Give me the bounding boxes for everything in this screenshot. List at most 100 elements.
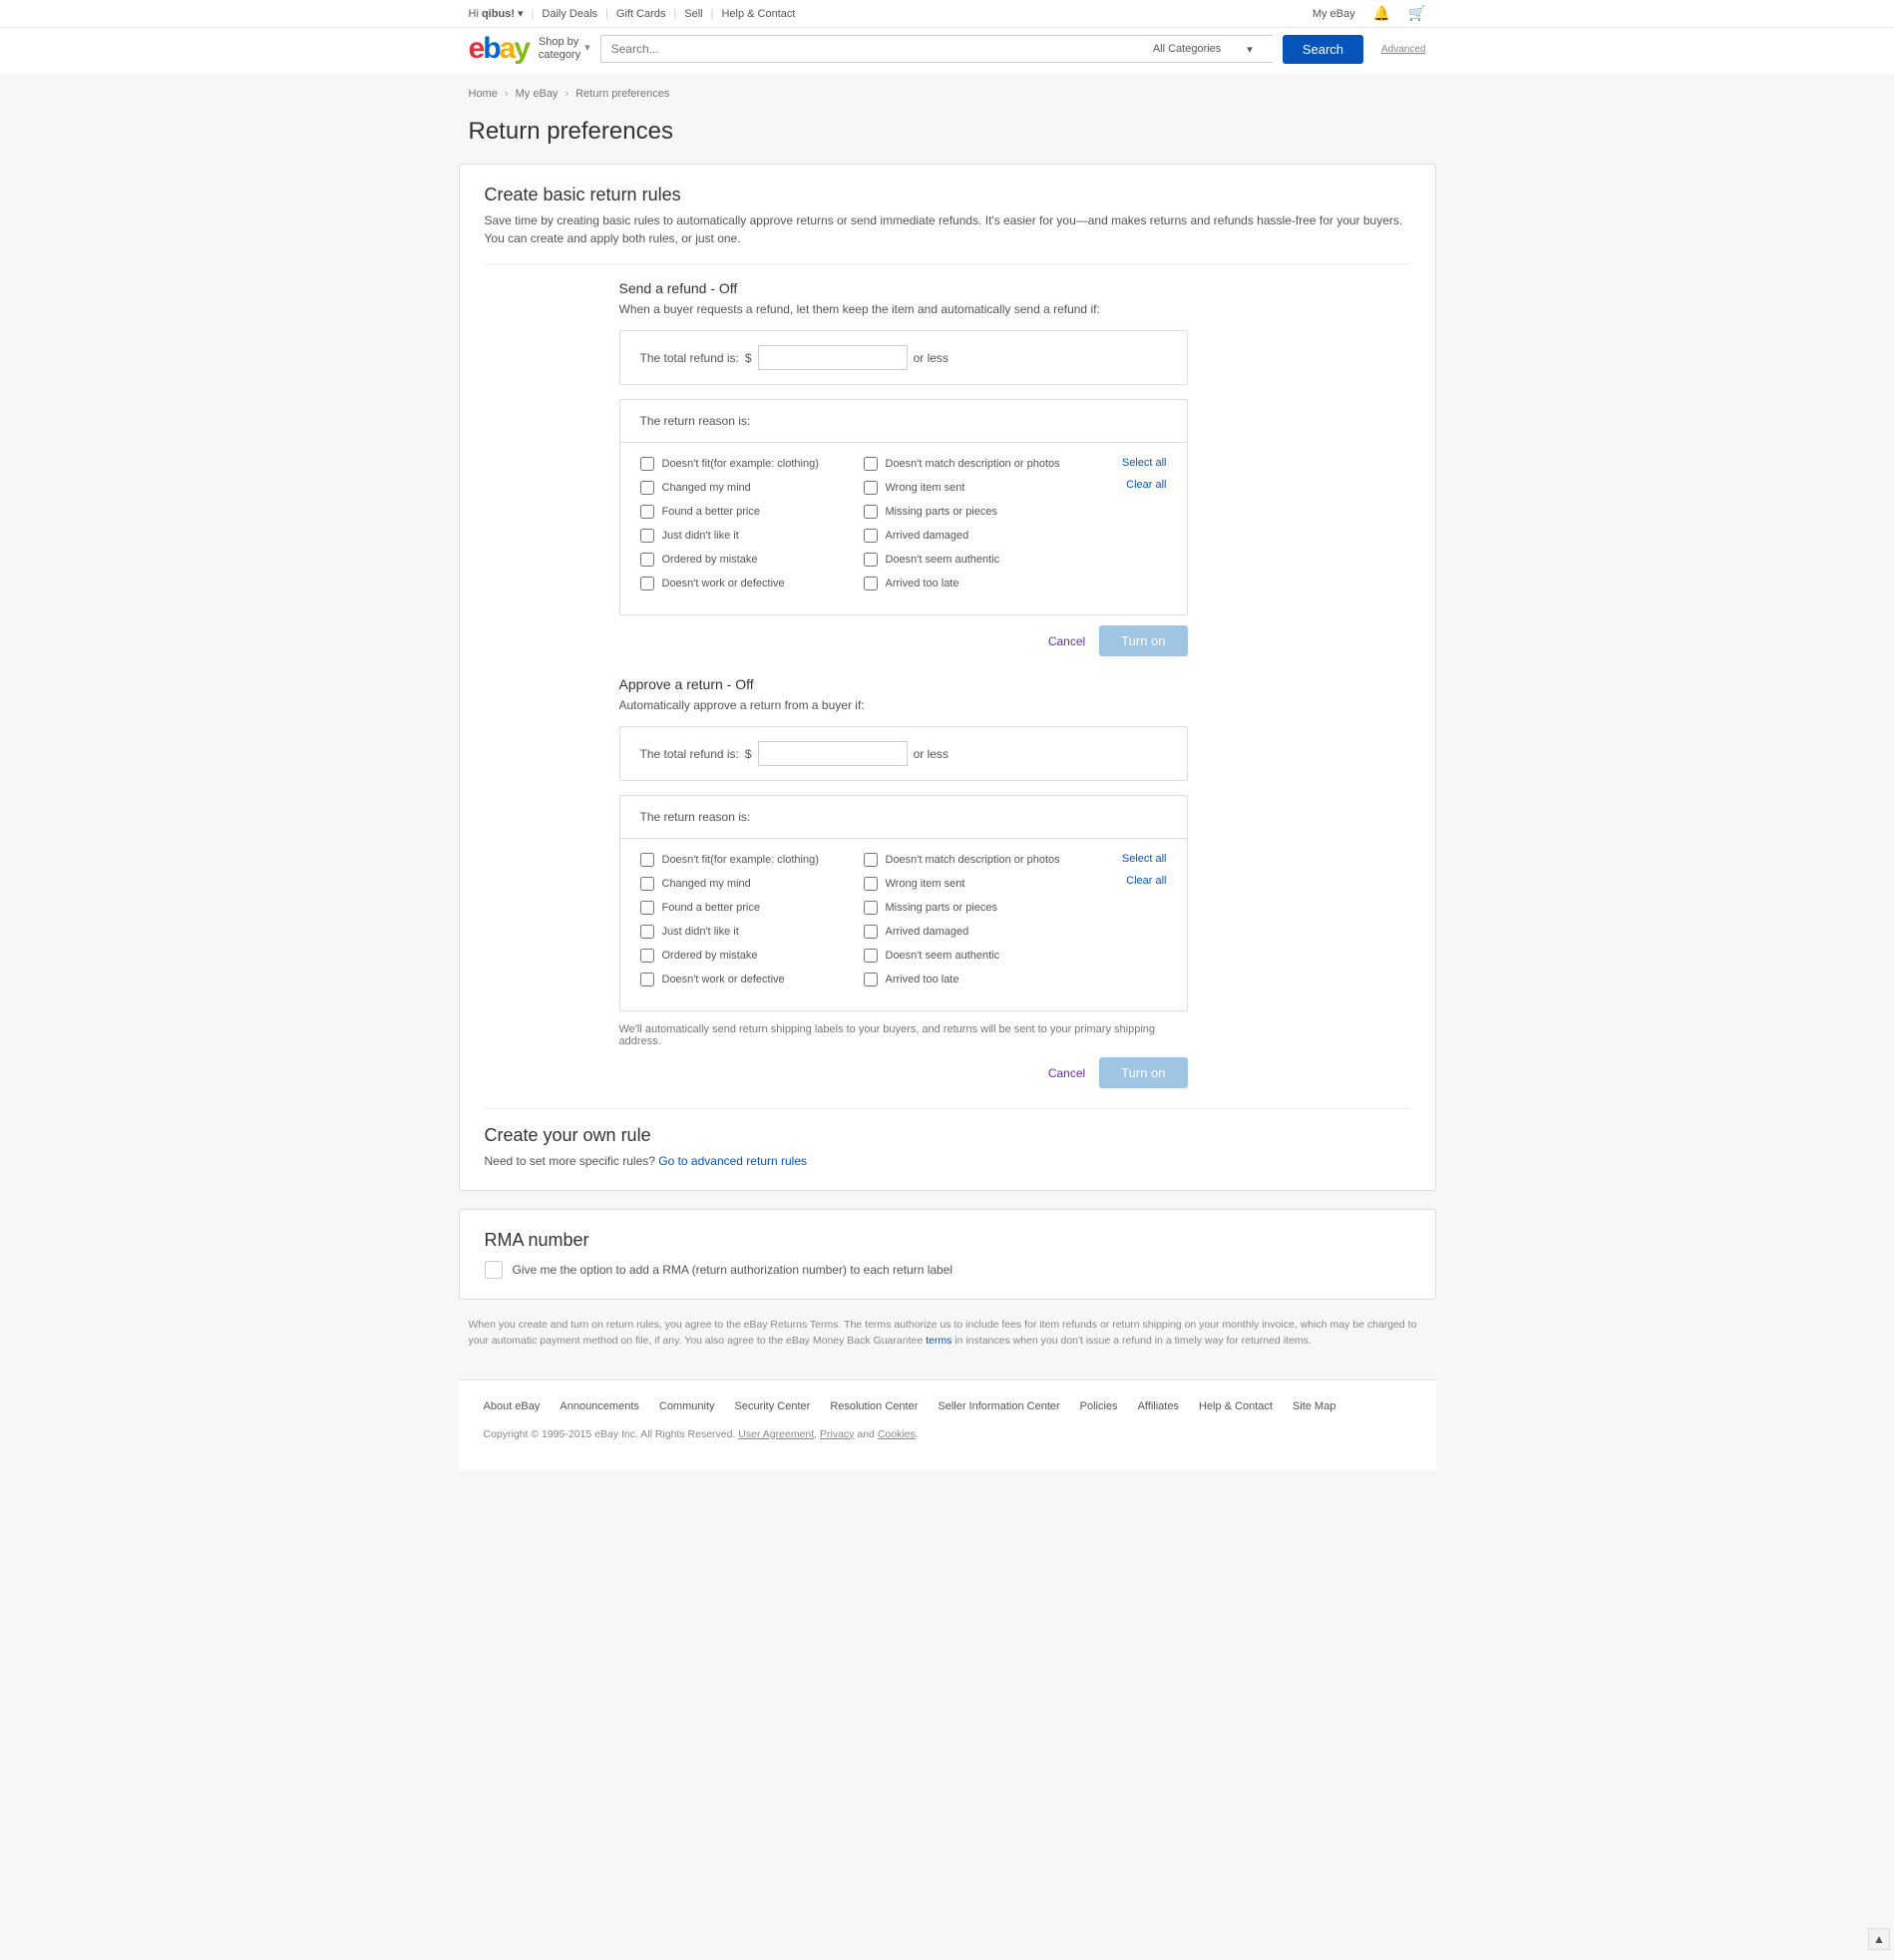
category-select[interactable]: All Categories▾: [1143, 35, 1273, 63]
breadcrumb-home[interactable]: Home: [469, 88, 498, 100]
approve-amount-input[interactable]: [758, 741, 908, 766]
approve-reason-checkbox[interactable]: [864, 925, 878, 939]
refund-reason-checkbox[interactable]: [640, 481, 654, 495]
footer-link[interactable]: Seller Information Center: [938, 1400, 1059, 1412]
refund-reason-item: Doesn't fit(for example: clothing): [640, 457, 844, 471]
refund-cancel-button[interactable]: Cancel: [1048, 634, 1085, 648]
approve-reason-item: Changed my mind: [640, 877, 844, 891]
footer-link[interactable]: Policies: [1080, 1400, 1118, 1412]
my-ebay-link[interactable]: My eBay: [1313, 8, 1355, 20]
refund-reason-label: Doesn't work or defective: [662, 578, 785, 589]
footer-link[interactable]: Help & Contact: [1199, 1400, 1273, 1412]
refund-reason-label: Changed my mind: [662, 482, 751, 494]
breadcrumb-myebay[interactable]: My eBay: [516, 88, 559, 100]
footer-link[interactable]: Site Map: [1293, 1400, 1335, 1412]
advanced-search-link[interactable]: Advanced: [1381, 44, 1425, 55]
privacy-link[interactable]: Privacy: [820, 1428, 854, 1440]
footer-link[interactable]: Affiliates: [1138, 1400, 1179, 1412]
user-agreement-link[interactable]: User Agreement: [738, 1428, 814, 1440]
approve-select-all[interactable]: Select all: [1087, 853, 1167, 865]
send-refund-title: Send a refund - Off: [619, 280, 1410, 296]
footer: About eBay Announcements Community Security…: [459, 1379, 1436, 1470]
ebay-logo[interactable]: ebay: [469, 32, 529, 66]
approve-reason-label: Wrong item sent: [886, 878, 965, 890]
refund-reason-checkbox[interactable]: [864, 481, 878, 495]
approve-reason-label: Found a better price: [662, 902, 760, 914]
approve-reason-body: Doesn't fit(for example: clothing)Change…: [619, 838, 1188, 1011]
approve-reason-checkbox[interactable]: [864, 973, 878, 986]
terms-link[interactable]: terms: [926, 1335, 951, 1347]
breadcrumb: Home › My eBay › Return preferences: [459, 88, 1436, 100]
top-bar: Hi qibus! ▾ | Daily Deals | Gift Cards |…: [0, 0, 1894, 28]
send-refund-section: Send a refund - Off When a buyer request…: [619, 280, 1410, 656]
refund-reason-body: Doesn't fit(for example: clothing) Change…: [619, 442, 1188, 615]
footer-link[interactable]: About eBay: [484, 1400, 541, 1412]
approve-reason-checkbox[interactable]: [640, 877, 654, 891]
footer-link[interactable]: Community: [659, 1400, 715, 1412]
gift-cards-link[interactable]: Gift Cards: [616, 8, 666, 20]
advanced-rules-link[interactable]: Go to advanced return rules: [658, 1154, 807, 1168]
cart-icon[interactable]: 🛒: [1408, 5, 1425, 22]
sell-link[interactable]: Sell: [684, 8, 702, 20]
own-rule-section: Create your own rule Need to set more sp…: [485, 1125, 1410, 1170]
approve-reason-item: Doesn't match description or photos: [864, 853, 1067, 867]
approve-reason-checkbox[interactable]: [640, 853, 654, 867]
refund-reason-checkbox[interactable]: [640, 457, 654, 471]
approve-clear-all[interactable]: Clear all: [1087, 875, 1167, 887]
approve-reason-checkbox[interactable]: [864, 949, 878, 963]
refund-reason-label: Doesn't fit(for example: clothing): [662, 458, 819, 470]
refund-reason-checkbox[interactable]: [864, 553, 878, 567]
greeting: Hi qibus! ▾: [469, 7, 524, 20]
refund-reason-label: Doesn't match description or photos: [886, 458, 1060, 470]
currency-symbol: $: [745, 351, 752, 365]
approve-reason-checkbox[interactable]: [640, 949, 654, 963]
rma-title: RMA number: [485, 1230, 1410, 1251]
approve-note: We'll automatically send return shipping…: [619, 1023, 1188, 1047]
approve-reason-checkbox[interactable]: [640, 973, 654, 986]
approve-reason-label: Just didn't like it: [662, 926, 739, 938]
approve-reason-checkbox[interactable]: [640, 901, 654, 915]
approve-reason-checkbox[interactable]: [864, 853, 878, 867]
footer-link[interactable]: Resolution Center: [830, 1400, 918, 1412]
refund-reason-checkbox[interactable]: [864, 505, 878, 519]
scroll-top-button[interactable]: ▲: [1868, 1928, 1890, 1950]
shop-by-category[interactable]: Shop by category▾: [539, 36, 590, 62]
refund-reason-item: Just didn't like it: [640, 529, 844, 543]
approve-turn-on-button[interactable]: Turn on: [1099, 1057, 1187, 1088]
approve-or-less: or less: [914, 747, 948, 761]
refund-turn-on-button[interactable]: Turn on: [1099, 625, 1187, 656]
approve-reason-label: Arrived damaged: [886, 926, 969, 938]
rma-checkbox[interactable]: [485, 1261, 503, 1279]
footer-link[interactable]: Security Center: [735, 1400, 811, 1412]
search-button[interactable]: Search: [1283, 35, 1363, 64]
approve-reason-label: Doesn't match description or photos: [886, 854, 1060, 866]
search-input[interactable]: [600, 35, 1143, 63]
refund-amount-input[interactable]: [758, 345, 908, 370]
daily-deals-link[interactable]: Daily Deals: [542, 8, 597, 20]
approve-cancel-button[interactable]: Cancel: [1048, 1066, 1085, 1080]
refund-reason-checkbox[interactable]: [640, 529, 654, 543]
approve-reason-item: Found a better price: [640, 901, 844, 915]
or-less-label: or less: [914, 351, 948, 365]
refund-reason-checkbox[interactable]: [864, 577, 878, 590]
approve-reason-checkbox[interactable]: [864, 901, 878, 915]
refund-reason-checkbox[interactable]: [864, 529, 878, 543]
help-contact-link[interactable]: Help & Contact: [721, 8, 795, 20]
approve-reason-checkbox[interactable]: [640, 925, 654, 939]
refund-select-all[interactable]: Select all: [1087, 457, 1167, 469]
cookies-link[interactable]: Cookies: [878, 1428, 916, 1440]
bell-icon[interactable]: 🔔: [1373, 5, 1390, 22]
approve-reason-item: Arrived damaged: [864, 925, 1067, 939]
refund-reason-checkbox[interactable]: [640, 577, 654, 590]
approve-reason-checkbox[interactable]: [864, 877, 878, 891]
approve-currency: $: [745, 747, 752, 761]
top-right-nav: My eBay 🔔 🛒: [1313, 5, 1426, 22]
refund-reason-checkbox[interactable]: [864, 457, 878, 471]
footer-link[interactable]: Announcements: [560, 1400, 639, 1412]
approve-reason-item: Arrived too late: [864, 973, 1067, 986]
refund-reason-checkbox[interactable]: [640, 553, 654, 567]
refund-reason-item: Found a better price: [640, 505, 844, 519]
refund-reason-item: Changed my mind: [640, 481, 844, 495]
refund-reason-checkbox[interactable]: [640, 505, 654, 519]
refund-clear-all[interactable]: Clear all: [1087, 479, 1167, 491]
